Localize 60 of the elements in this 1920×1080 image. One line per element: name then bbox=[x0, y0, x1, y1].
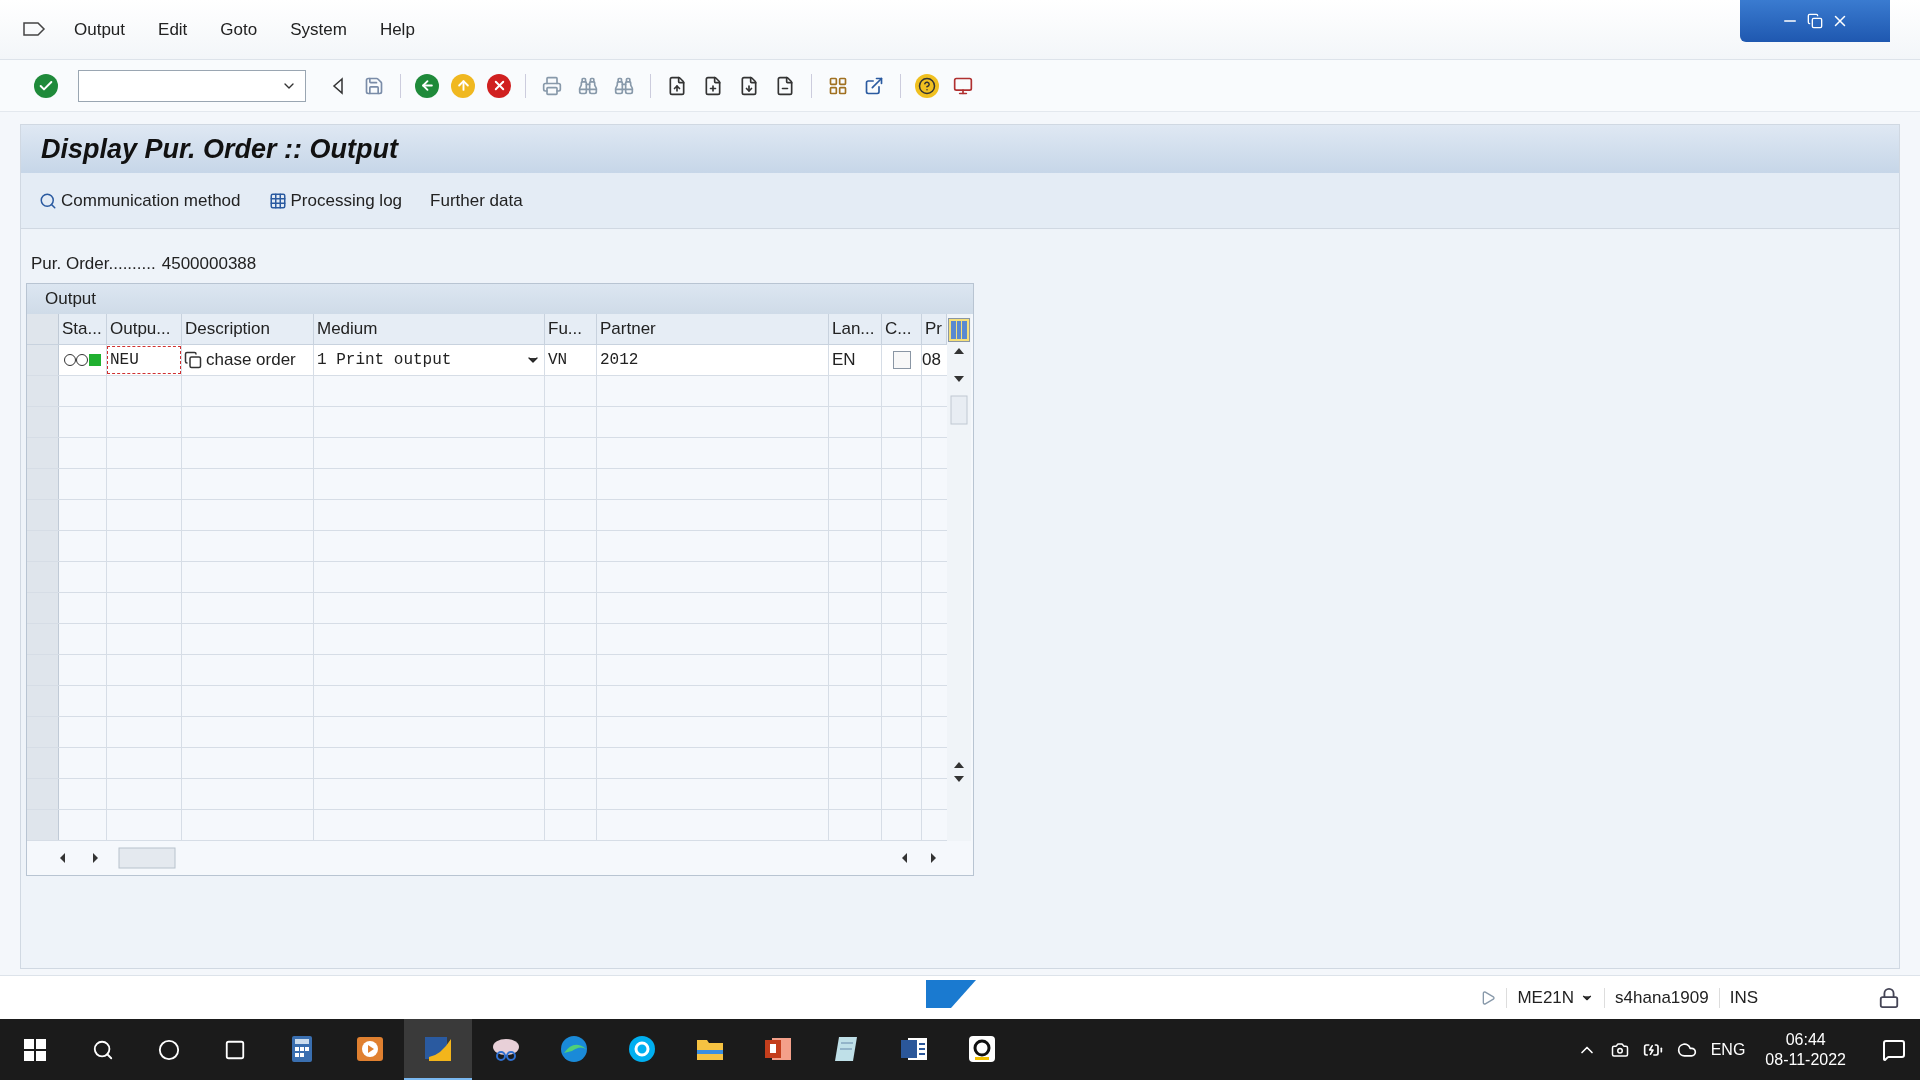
menu-item[interactable]: Help bbox=[379, 16, 415, 43]
command-field[interactable] bbox=[78, 69, 306, 102]
column-header[interactable]: Lan... bbox=[829, 313, 882, 344]
status-lights-icon bbox=[63, 352, 102, 367]
taskbar-app[interactable] bbox=[404, 1019, 472, 1080]
restore-icon[interactable] bbox=[1807, 13, 1823, 29]
grid-icon bbox=[268, 191, 287, 210]
copy-icon[interactable] bbox=[184, 350, 202, 369]
lock-icon[interactable] bbox=[1878, 986, 1900, 1009]
menu-item[interactable]: Goto bbox=[220, 16, 258, 43]
toolbar-button[interactable]: Processing log bbox=[268, 187, 403, 214]
toolbar-button[interactable]: Communication method bbox=[39, 187, 241, 214]
menu-item[interactable]: System bbox=[290, 16, 347, 43]
language-indicator[interactable]: ENG bbox=[1710, 1037, 1746, 1062]
medium-dropdown[interactable]: 1 Print output bbox=[314, 344, 544, 375]
system-name: s4hana1909 bbox=[1614, 986, 1710, 1009]
column-header[interactable]: Medium bbox=[314, 313, 545, 344]
search-icon[interactable] bbox=[92, 1038, 114, 1061]
table-cell-text: 08 bbox=[922, 348, 941, 371]
document-icon bbox=[900, 1035, 928, 1062]
globe-wave-icon bbox=[560, 1034, 588, 1063]
checkbox[interactable] bbox=[892, 350, 911, 369]
menu-item[interactable]: Output bbox=[74, 16, 126, 43]
column-header[interactable]: Description bbox=[182, 313, 314, 344]
notepad-icon bbox=[833, 1034, 859, 1063]
task-view-icon[interactable] bbox=[224, 1038, 246, 1061]
column-settings-icon[interactable] bbox=[948, 317, 970, 342]
column-header[interactable]: Partner bbox=[597, 313, 829, 344]
play-icon[interactable] bbox=[1480, 989, 1497, 1006]
output-type-field[interactable]: NEU bbox=[107, 345, 181, 374]
folder-swoosh-icon bbox=[423, 1034, 453, 1063]
table-cell-text: 2012 bbox=[600, 349, 639, 371]
table-cell-text: chase order bbox=[206, 348, 296, 371]
table-cell-text: VN bbox=[548, 349, 568, 371]
toolbar-button[interactable]: Further data bbox=[430, 187, 523, 214]
column-header[interactable]: Sta... bbox=[59, 313, 107, 344]
table-title: Output bbox=[45, 287, 97, 310]
field-value: 4500000388 bbox=[161, 253, 257, 275]
table-cell-text: EN bbox=[832, 348, 856, 371]
input-mode: INS bbox=[1728, 986, 1759, 1009]
column-header[interactable]: Outpu... bbox=[107, 313, 182, 344]
column-header[interactable]: C... bbox=[882, 313, 922, 344]
camera-icon[interactable] bbox=[1610, 1040, 1629, 1059]
calculator-icon bbox=[290, 1035, 314, 1062]
check-icon[interactable] bbox=[34, 73, 58, 98]
clock[interactable]: 06:44 08-11-2022 bbox=[1759, 1029, 1852, 1070]
app-tile-icon bbox=[968, 1034, 996, 1063]
search-icon bbox=[39, 191, 57, 210]
field-label: Pur. Order.......... bbox=[31, 253, 156, 275]
presentation-icon bbox=[764, 1035, 792, 1062]
notifications-icon[interactable] bbox=[1882, 1037, 1906, 1062]
transaction-code[interactable]: ME21N bbox=[1507, 984, 1605, 1011]
menu-item[interactable]: Edit bbox=[158, 16, 188, 43]
scissors-icon bbox=[491, 1036, 521, 1061]
windows-icon[interactable] bbox=[24, 1038, 46, 1061]
page-title: Display Pur. Order :: Output bbox=[41, 132, 399, 166]
media-player-icon bbox=[357, 1036, 383, 1061]
column-header[interactable]: Fu... bbox=[545, 313, 597, 344]
chat-bubble-icon bbox=[628, 1034, 656, 1063]
select-all-cell[interactable] bbox=[27, 313, 59, 344]
